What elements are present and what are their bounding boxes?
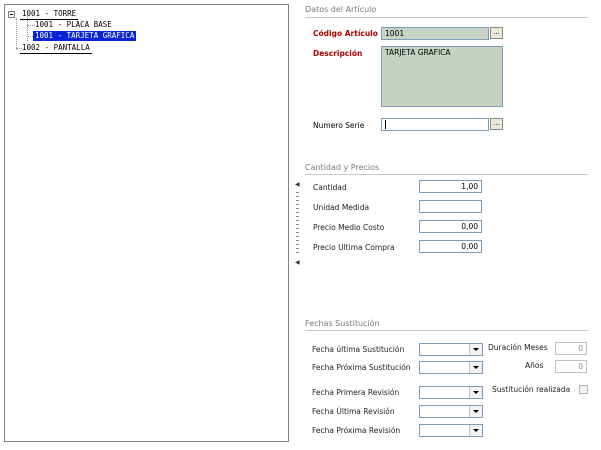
tree-node-pantalla[interactable]: 1002 - PANTALLA (20, 43, 92, 54)
chevron-down-icon[interactable] (469, 344, 482, 355)
section-divider (305, 330, 588, 331)
precio-ultima-label: Precio Ultima Compra (313, 243, 395, 252)
arrow-left-icon[interactable]: ◀ (295, 182, 300, 188)
splitter-grip (296, 216, 299, 217)
chevron-down-icon[interactable] (469, 387, 482, 398)
proxima-revision-label: Fecha Próxima Revisión (312, 426, 401, 435)
splitter-grip (296, 208, 299, 209)
unidad-medida-label: Unidad Medida (313, 203, 370, 212)
primera-revision-date-picker[interactable] (419, 386, 483, 399)
splitter-grip (296, 228, 299, 229)
duracion-meses-input[interactable]: 0 (555, 342, 587, 355)
descripcion-label: Descripción (313, 49, 363, 58)
precio-medio-input[interactable]: 0,00 (419, 220, 482, 233)
codigo-label: Código Artículo (313, 29, 378, 38)
proxima-sustitucion-date-picker[interactable] (419, 361, 483, 374)
arrow-left-icon[interactable]: ◀ (295, 260, 300, 266)
unidad-medida-input[interactable] (419, 200, 482, 213)
tree-node-placa-base[interactable]: 1001 - PLACA BASE (33, 20, 114, 30)
tree-node-torre[interactable]: 1001 - TORRE (20, 9, 79, 20)
anos-input[interactable]: 0 (555, 360, 587, 373)
sustitucion-realizada-label: Sustitución realizada (492, 385, 571, 394)
splitter-grip (296, 232, 299, 233)
numero-serie-lookup-button[interactable]: ... (490, 118, 503, 130)
splitter-grip (296, 252, 299, 253)
chevron-down-icon[interactable] (469, 425, 482, 436)
cantidad-input[interactable]: 1,00 (419, 180, 482, 193)
splitter-grip (296, 224, 299, 225)
splitter-grip (296, 240, 299, 241)
text-cursor (385, 120, 386, 129)
tree-node-tarjeta-grafica[interactable]: 1001 - TARJETA GRAFICA (33, 31, 137, 41)
splitter-grip (296, 200, 299, 201)
codigo-lookup-button[interactable]: ... (490, 27, 503, 39)
splitter-grip (296, 236, 299, 237)
splitter-grip (296, 192, 299, 193)
sustitucion-realizada-checkbox[interactable] (579, 385, 588, 394)
codigo-field[interactable]: 1001 (381, 27, 489, 40)
section-divider (305, 17, 588, 18)
panel-splitter[interactable]: ◀ ◀ (295, 182, 300, 267)
article-tree[interactable]: 1001 - TORRE 1001 - PLACA BASE 1001 - TA… (4, 4, 289, 442)
duracion-meses-label: Duración Meses (488, 343, 548, 352)
ultima-sustitucion-label: Fecha última Sustitución (312, 345, 405, 354)
ultima-revision-label: Fecha Última Revisión (312, 407, 395, 416)
ultima-revision-date-picker[interactable] (419, 405, 483, 418)
section-title-fechas: Fechas Sustitución (305, 319, 380, 328)
chevron-down-icon[interactable] (469, 406, 482, 417)
section-divider (305, 174, 588, 175)
numero-serie-label: Numero Serie (313, 121, 365, 130)
collapse-icon[interactable] (8, 11, 15, 18)
descripcion-field[interactable]: TARJETA GRAFICA (381, 46, 503, 107)
splitter-grip (296, 204, 299, 205)
splitter-grip (296, 244, 299, 245)
cantidad-label: Cantidad (313, 183, 347, 192)
proxima-revision-date-picker[interactable] (419, 424, 483, 437)
proxima-sustitucion-label: Fecha Próxima Sustitución (312, 363, 411, 372)
splitter-grip (296, 212, 299, 213)
numero-serie-input[interactable] (381, 118, 489, 131)
primera-revision-label: Fecha Primera Revisión (312, 388, 400, 397)
splitter-grip (296, 196, 299, 197)
chevron-down-icon[interactable] (469, 362, 482, 373)
tree-connector (16, 18, 17, 50)
section-title-cantidad: Cantidad y Precios (305, 163, 380, 172)
section-title-datos: Datos del Artículo (305, 5, 377, 14)
splitter-grip (296, 248, 299, 249)
splitter-grip (296, 220, 299, 221)
anos-label: Años (525, 361, 544, 370)
precio-medio-label: Precio Medio Costo (313, 223, 385, 232)
ultima-sustitucion-date-picker[interactable] (419, 343, 483, 356)
precio-ultima-input[interactable]: 0,00 (419, 240, 482, 253)
